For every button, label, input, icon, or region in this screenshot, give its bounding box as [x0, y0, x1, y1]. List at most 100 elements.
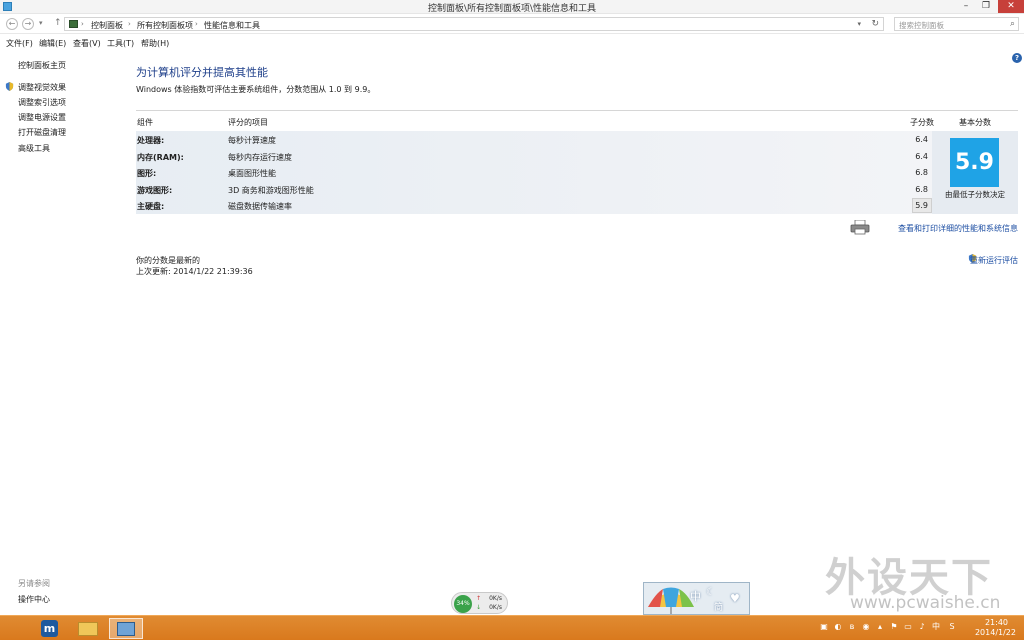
page-description: Windows 体验指数可评估主要系统组件，分数范围从 1.0 到 9.9。 [136, 85, 376, 94]
breadcrumb-separator-icon[interactable]: › [195, 20, 198, 28]
address-bar: ← → ▾ ↑ › 控制面板 › 所有控制面板项 › 性能信息和工具 ▾ ↻ 搜… [0, 15, 1024, 34]
breadcrumb-control-panel[interactable]: 控制面板 [91, 20, 123, 31]
left-task-pane: 控制面板主页 调整视觉效果 调整索引选项 调整电源设置 打开磁盘清理 高级工具 … [0, 51, 125, 615]
volume-icon[interactable]: ♪ [917, 622, 927, 632]
umbrella-icon [648, 587, 694, 614]
clock-time[interactable]: 21:40 [985, 618, 1008, 627]
menu-view[interactable]: 查看(V) [73, 38, 101, 49]
component-name: 处理器: [137, 136, 165, 145]
search-placeholder: 搜索控制面板 [899, 21, 944, 30]
title-bar: 控制面板\所有控制面板项\性能信息和工具 – ❐ ✕ [0, 0, 1024, 14]
sidebar-item-indexing-options[interactable]: 调整索引选项 [18, 97, 66, 108]
last-updated: 上次更新: 2014/1/22 21:39:36 [136, 267, 253, 276]
maxthon-icon: m [41, 620, 58, 637]
component-name: 游戏图形: [137, 185, 173, 195]
search-icon[interactable]: ⌕ [1010, 19, 1015, 29]
rated-item: 桌面图形性能 [228, 169, 276, 178]
sidebar-item-visual-effects[interactable]: 调整视觉效果 [18, 82, 66, 93]
sidebar-item-control-panel-home[interactable]: 控制面板主页 [18, 60, 66, 71]
bluetooth-tray-icon[interactable]: ʙ [847, 622, 857, 632]
usage-percent: 34% [454, 595, 472, 613]
maximize-button[interactable]: ❐ [976, 0, 996, 13]
menu-tools[interactable]: 工具(T) [107, 38, 134, 49]
component-name: 图形: [137, 169, 157, 178]
sidebar-item-action-center[interactable]: 操作中心 [18, 594, 50, 605]
menu-bar: 文件(F) 编辑(E) 查看(V) 工具(T) 帮助(H) [0, 35, 1024, 50]
download-rate: 0K/s [489, 604, 502, 611]
breadcrumb-performance[interactable]: 性能信息和工具 [204, 20, 260, 31]
table-row: 游戏图形: 3D 商务和游戏图形性能 6.8 [136, 181, 932, 198]
search-input[interactable]: 搜索控制面板 ⌕ [894, 17, 1019, 31]
back-button[interactable]: ← [6, 18, 18, 30]
sync-tray-icon[interactable]: ◐ [833, 622, 843, 632]
moon-icon: ☾ [706, 587, 715, 598]
rated-item: 每秒计算速度 [228, 136, 276, 145]
clock-date[interactable]: 2014/1/22 [975, 628, 1016, 637]
upload-rate: 0K/s [489, 595, 502, 602]
see-also-heading: 另请参阅 [18, 579, 50, 588]
base-score-panel: 5.9 由最低子分数决定 [932, 131, 1018, 214]
heart-icon: ♥ [730, 592, 740, 605]
close-button[interactable]: ✕ [998, 0, 1024, 13]
rated-item: 3D 商务和游戏图形性能 [228, 185, 314, 195]
control-panel-icon [117, 622, 135, 636]
printer-icon [850, 220, 870, 235]
recent-pages-dropdown-icon[interactable]: ▾ [39, 19, 43, 27]
view-print-details-link[interactable]: 查看和打印详细的性能和系统信息 [898, 223, 1018, 234]
table-row: 内存(RAM): 每秒内存运行速度 6.4 [136, 148, 932, 165]
security-tray-icon[interactable]: ◉ [861, 622, 871, 632]
component-name: 内存(RAM): [137, 152, 184, 162]
menu-help[interactable]: 帮助(H) [141, 38, 169, 49]
breadcrumb-separator-icon[interactable]: › [81, 20, 84, 28]
taskbar-maxthon-button[interactable]: m [35, 618, 65, 639]
taskbar-file-explorer-button[interactable] [73, 618, 103, 639]
monitor-tray-icon[interactable]: ▭ [903, 622, 913, 632]
ime-indicator[interactable]: 中 [931, 622, 941, 632]
score-table: 组件 评分的项目 子分数 基本分数 处理器: 每秒计算速度 6.4 内存(RAM… [136, 110, 1018, 214]
network-speed-widget[interactable]: 34% ↑ ↓ 0K/s 0K/s [451, 592, 508, 614]
address-history-dropdown-icon[interactable]: ▾ [857, 20, 861, 28]
table-header: 组件 评分的项目 子分数 基本分数 [136, 110, 1018, 131]
up-arrow-icon[interactable]: ↑ [54, 18, 62, 28]
ime-variant: 简 [714, 603, 724, 613]
menu-edit[interactable]: 编辑(E) [39, 38, 66, 49]
control-panel-icon [69, 20, 78, 28]
shield-icon [5, 82, 14, 91]
ime-mode: 中 [690, 590, 701, 603]
download-arrow-icon: ↓ [476, 604, 482, 611]
sidebar-item-disk-cleanup[interactable]: 打开磁盘清理 [18, 127, 66, 138]
sogou-tray-icon[interactable]: S [947, 622, 957, 632]
header-subscore: 子分数 [910, 118, 934, 127]
page-title: 为计算机评分并提高其性能 [136, 66, 268, 79]
system-tray: ▣ ◐ ʙ ◉ ▴ ⚑ ▭ ♪ 中 S [819, 622, 969, 636]
menu-file[interactable]: 文件(F) [6, 38, 33, 49]
forward-button[interactable]: → [22, 18, 34, 30]
header-component: 组件 [137, 118, 153, 127]
help-icon[interactable]: ? [1012, 53, 1022, 63]
minimize-button[interactable]: – [956, 0, 976, 13]
breadcrumb-separator-icon[interactable]: › [128, 20, 131, 28]
taskbar-control-panel-button[interactable] [109, 618, 143, 639]
network-tray-icon[interactable]: ▣ [819, 622, 829, 632]
table-row-lowest: 主硬盘: 磁盘数据传输速率 5.9 [136, 197, 932, 214]
breadcrumb[interactable]: › 控制面板 › 所有控制面板项 › 性能信息和工具 ▾ ↻ [64, 17, 884, 31]
refresh-icon[interactable]: ↻ [871, 19, 879, 29]
ime-status-widget[interactable]: 中 ☾ 简 ♥ [643, 582, 750, 615]
base-score-badge: 5.9 [950, 138, 999, 187]
table-row: 处理器: 每秒计算速度 6.4 [136, 131, 932, 148]
rated-item: 每秒内存运行速度 [228, 152, 292, 162]
rerun-assessment-link[interactable]: 重新运行评估 [970, 255, 1018, 266]
main-content: ? 为计算机评分并提高其性能 Windows 体验指数可评估主要系统组件，分数范… [125, 51, 1024, 615]
sidebar-item-power-settings[interactable]: 调整电源设置 [18, 112, 66, 123]
table-row: 图形: 桌面图形性能 6.8 [136, 164, 932, 181]
chevron-up-icon[interactable]: ▴ [875, 622, 885, 632]
upload-arrow-icon: ↑ [476, 595, 482, 602]
status-current: 你的分数是最新的 [136, 256, 200, 265]
site-watermark: 外设天下 www.pcwaishe.cn [825, 545, 1015, 617]
flag-tray-icon[interactable]: ⚑ [889, 622, 899, 632]
window-title: 控制面板\所有控制面板项\性能信息和工具 [427, 4, 597, 14]
breadcrumb-all-items[interactable]: 所有控制面板项 [137, 20, 193, 31]
folder-icon [78, 622, 98, 636]
sidebar-item-advanced-tools[interactable]: 高级工具 [18, 143, 50, 154]
taskbar: m ▣ ◐ ʙ ◉ ▴ ⚑ ▭ ♪ 中 S 21:40 2014/1/22 [0, 615, 1024, 640]
